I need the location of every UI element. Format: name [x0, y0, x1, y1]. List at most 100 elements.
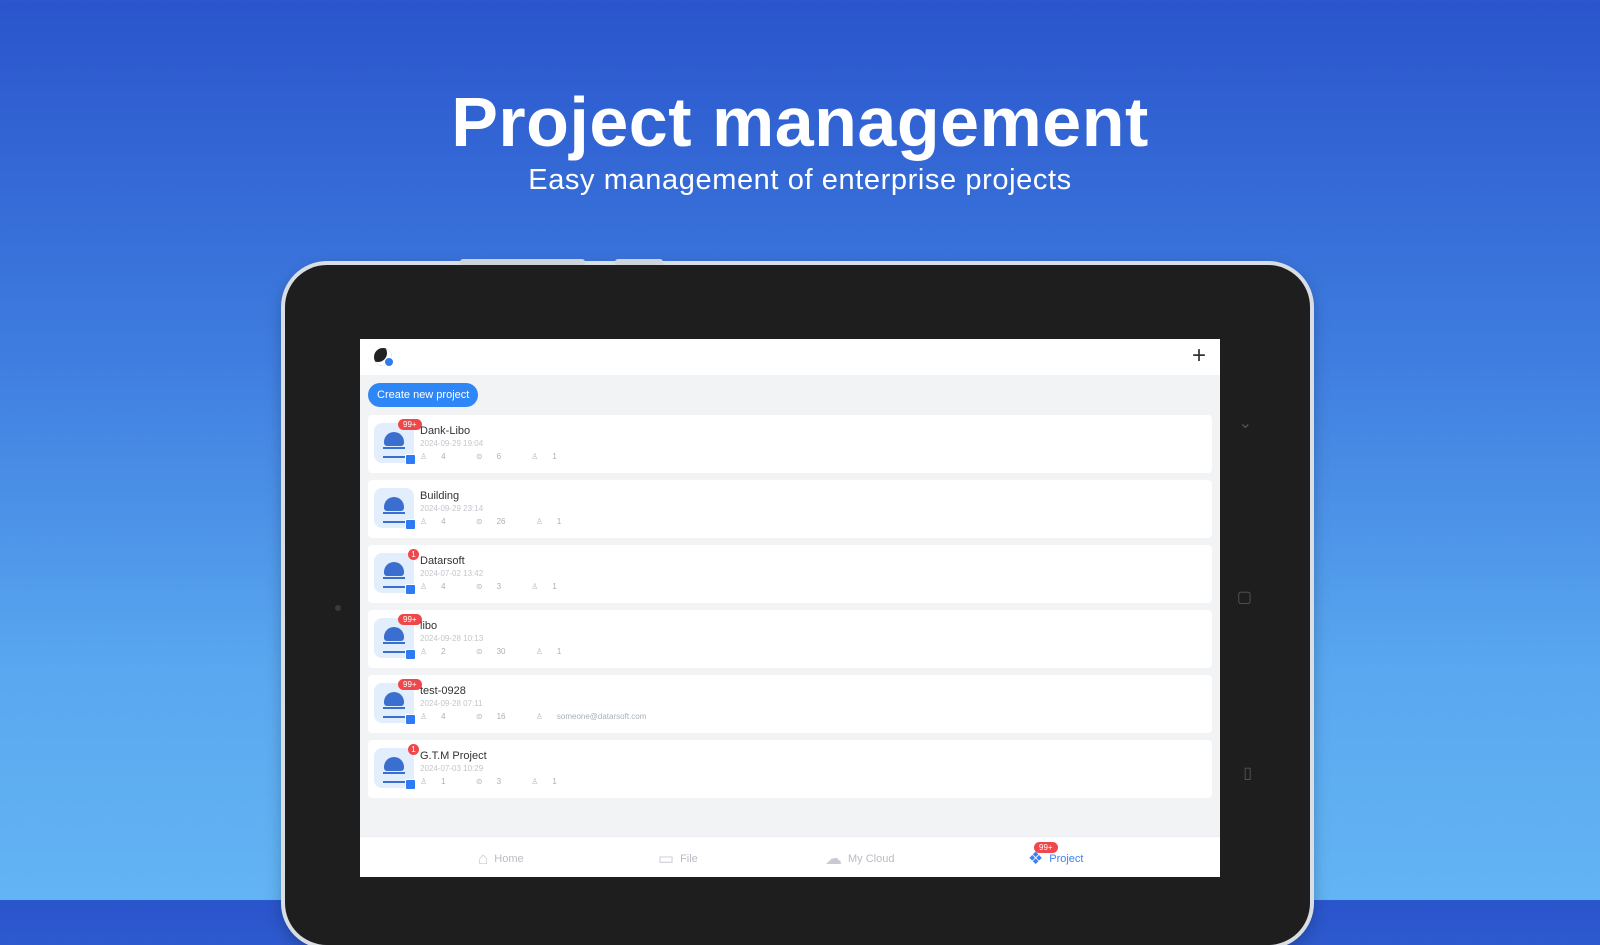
nav-file-label: File	[680, 852, 698, 865]
members-icon: ♙	[420, 647, 428, 656]
project-row[interactable]: 1 G.T.M Project 2024-07-03 10:29 ♙ 1 ⊜ 3 ♙…	[368, 740, 1212, 798]
tablet-volume-button	[460, 259, 585, 265]
app-screen: + Create new project 99+ Dank-Libo 2024-…	[360, 339, 1220, 877]
project-meta: ♙ 4 ⊜ 3 ♙ 1	[420, 582, 585, 591]
project-type-icon	[405, 714, 416, 725]
unread-badge: 1	[408, 549, 419, 560]
project-icon	[374, 488, 416, 530]
home-icon: ⌂	[478, 849, 489, 868]
chevron-down-icon[interactable]: ⌄	[1239, 413, 1252, 433]
owner-value: 1	[552, 582, 557, 591]
project-nav-badge: 99+	[1034, 842, 1058, 853]
nav-file[interactable]: ▭ File	[658, 849, 698, 869]
owner-value: 1	[552, 777, 557, 786]
files-icon: ⊜	[475, 452, 483, 461]
project-type-icon	[405, 454, 416, 465]
members-icon: ♙	[420, 452, 428, 461]
tablet-power-button	[615, 259, 663, 265]
project-row[interactable]: Building 2024-09-29 23:14 ♙ 4 ⊜ 26 ♙ 1	[368, 480, 1212, 538]
camera-dot	[335, 605, 341, 611]
owner-icon: ♙	[531, 582, 539, 591]
members-count: 4	[441, 712, 446, 721]
owner-icon: ♙	[535, 517, 543, 526]
project-row[interactable]: 99+ libo 2024-09-28 10:13 ♙ 2 ⊜ 30 ♙ 1	[368, 610, 1212, 668]
nav-home-label: Home	[494, 852, 524, 865]
project-date: 2024-09-29 19:04	[420, 439, 484, 448]
rotate-icon[interactable]: ▯	[1243, 763, 1252, 783]
files-count: 3	[496, 582, 502, 591]
owner-icon: ♙	[535, 712, 543, 721]
unread-badge: 99+	[398, 419, 422, 430]
files-count: 16	[496, 712, 506, 721]
files-icon: ⊜	[475, 647, 483, 656]
members-icon: ♙	[420, 777, 428, 786]
project-date: 2024-09-28 07:11	[420, 699, 483, 708]
project-type-icon	[405, 584, 416, 595]
members-count: 1	[441, 777, 446, 786]
members-count: 4	[441, 582, 446, 591]
hero-title: Project management	[451, 83, 1149, 161]
owner-icon: ♙	[531, 777, 539, 786]
members-icon: ♙	[420, 712, 428, 721]
files-icon: ⊜	[475, 712, 483, 721]
files-icon: ⊜	[475, 517, 483, 526]
unread-badge: 99+	[398, 679, 422, 690]
project-row[interactable]: 99+ test-0928 2024-09-28 07:11 ♙ 4 ⊜ 16 ♙ s…	[368, 675, 1212, 733]
project-name: G.T.M Project	[420, 750, 487, 762]
project-date: 2024-07-02 13:42	[420, 569, 484, 578]
project-meta: ♙ 4 ⊜ 16 ♙ someone@datarsoft.com	[420, 712, 674, 721]
members-icon: ♙	[420, 517, 428, 526]
owner-icon: ♙	[531, 452, 539, 461]
files-count: 6	[496, 452, 502, 461]
project-meta: ♙ 1 ⊜ 3 ♙ 1	[420, 777, 585, 786]
unread-badge: 1	[408, 744, 419, 755]
members-count: 4	[441, 452, 446, 461]
project-meta: ♙ 4 ⊜ 26 ♙ 1	[420, 517, 589, 526]
home-square-icon[interactable]: ▢	[1237, 587, 1252, 607]
project-name: Datarsoft	[420, 555, 465, 567]
project-date: 2024-09-29 23:14	[420, 504, 484, 513]
app-logo-icon[interactable]	[374, 348, 394, 367]
nav-cloud-label: My Cloud	[848, 852, 895, 865]
create-project-button[interactable]: Create new project	[368, 383, 479, 407]
nav-cloud[interactable]: ☁ My Cloud	[825, 849, 894, 869]
files-count: 30	[496, 647, 506, 656]
members-count: 4	[441, 517, 446, 526]
files-count: 26	[496, 517, 506, 526]
bottom-navigation: ⌂ Home ▭ File ☁ My Cloud 99+ ❖ Project	[360, 836, 1220, 877]
project-row[interactable]: 1 Datarsoft 2024-07-02 13:42 ♙ 4 ⊜ 3 ♙ 1	[368, 545, 1212, 603]
hero-subtitle: Easy management of enterprise projects	[528, 164, 1072, 196]
project-list: 99+ Dank-Libo 2024-09-29 19:04 ♙ 4 ⊜ 6 ♙ 1 …	[368, 415, 1212, 805]
files-count: 3	[496, 777, 502, 786]
project-icon	[374, 553, 416, 595]
project-name: libo	[420, 620, 438, 632]
project-name: Dank-Libo	[420, 425, 471, 437]
owner-value: 1	[556, 517, 562, 526]
nav-home[interactable]: ⌂ Home	[478, 849, 524, 869]
project-meta: ♙ 4 ⊜ 6 ♙ 1	[420, 452, 585, 461]
owner-icon: ♙	[535, 647, 543, 656]
project-type-icon	[405, 649, 416, 660]
files-icon: ⊜	[475, 582, 483, 591]
tablet-frame: ⌄ ▢ ▯ + Create new project 99+ Dank-Libo…	[285, 259, 1310, 945]
app-topbar: +	[360, 339, 1220, 375]
project-name: test-0928	[420, 685, 466, 697]
owner-value: 1	[552, 452, 557, 461]
files-icon: ⊜	[475, 777, 483, 786]
project-type-icon	[405, 779, 416, 790]
project-meta: ♙ 2 ⊜ 30 ♙ 1	[420, 647, 589, 656]
nav-project-label: Project	[1049, 852, 1084, 865]
project-row[interactable]: 99+ Dank-Libo 2024-09-29 19:04 ♙ 4 ⊜ 6 ♙ 1	[368, 415, 1212, 473]
folder-icon: ▭	[658, 849, 675, 868]
project-date: 2024-07-03 10:29	[420, 764, 484, 773]
project-type-icon	[405, 519, 416, 530]
cloud-icon: ☁	[825, 849, 842, 868]
nav-project[interactable]: 99+ ❖ Project	[1028, 842, 1084, 869]
members-count: 2	[441, 647, 446, 656]
add-project-icon[interactable]: +	[1192, 344, 1206, 368]
owner-value: someone@datarsoft.com	[556, 712, 647, 721]
project-icon	[374, 748, 416, 790]
project-name: Building	[420, 490, 460, 502]
owner-value: 1	[556, 647, 562, 656]
unread-badge: 99+	[398, 614, 422, 625]
